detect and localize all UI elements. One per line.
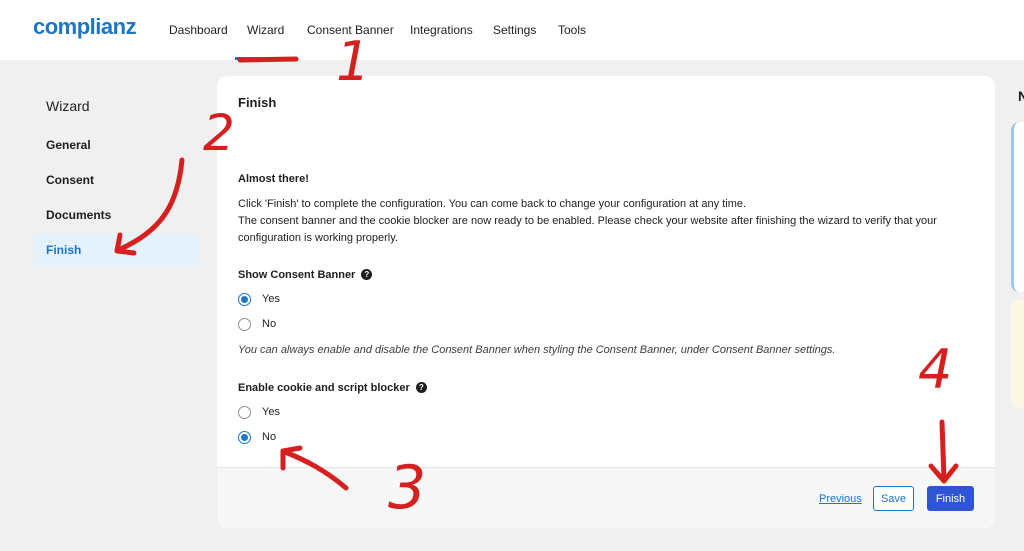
sidebar-item-label: General [46,138,91,152]
sidebar-item-general[interactable]: General [33,129,200,162]
right-panel-notice [1011,300,1024,408]
show-banner-field: Show Consent Banner? [238,267,373,284]
blocker-label: Enable cookie and script blocker [238,382,410,394]
nav-dashboard[interactable]: Dashboard [169,23,228,37]
sidebar-item-label: Consent [46,173,94,187]
blocker-field: Enable cookie and script blocker? [238,380,427,397]
consent-banner-note: You can always enable and disable the Co… [238,344,836,356]
show-banner-label: Show Consent Banner [238,269,356,281]
radio-button-checked[interactable] [238,293,251,306]
nav-tools[interactable]: Tools [558,23,586,37]
finish-card: Finish Almost there! Click 'Finish' to c… [217,76,995,528]
active-tab-indicator [235,57,293,60]
nav-wizard[interactable]: Wizard [247,23,284,37]
nav-integrations[interactable]: Integrations [410,23,473,37]
almost-there-heading: Almost there! [238,173,309,185]
radio-label: Yes [262,293,280,305]
nav-consent-banner[interactable]: Consent Banner [307,23,394,37]
sidebar-item-documents[interactable]: Documents [33,199,200,232]
ready-text-line2: configuration is working properly. [238,232,398,244]
radio-button[interactable] [238,406,251,419]
sidebar-item-finish[interactable]: Finish [33,234,200,267]
right-panel-heading: N [1018,88,1024,104]
radio-button[interactable] [238,318,251,331]
sidebar-item-label: Documents [46,208,112,222]
sidebar-item-consent[interactable]: Consent [33,164,200,197]
intro-text: Click 'Finish' to complete the configura… [238,198,747,210]
radio-label: Yes [262,406,280,418]
radio-button-checked[interactable] [238,431,251,444]
ready-text-line1: The consent banner and the cookie blocke… [238,215,937,227]
nav-settings[interactable]: Settings [493,23,536,37]
help-icon[interactable]: ? [415,382,427,393]
save-button[interactable]: Save [873,486,914,511]
radio-label: No [262,431,277,443]
previous-link[interactable]: Previous [819,493,862,505]
help-icon[interactable]: ? [361,269,373,280]
radio-label: No [262,318,277,330]
right-panel-card [1011,122,1024,292]
card-footer: Previous Save Finish [217,467,995,528]
sidebar-title: Wizard [46,98,90,114]
finish-button[interactable]: Finish [927,486,974,511]
top-bar: complianz Dashboard Wizard Consent Banne… [0,0,1024,60]
sidebar-item-label: Finish [46,243,82,257]
card-title: Finish [238,95,277,110]
complianz-logo[interactable]: complianz [33,14,137,40]
